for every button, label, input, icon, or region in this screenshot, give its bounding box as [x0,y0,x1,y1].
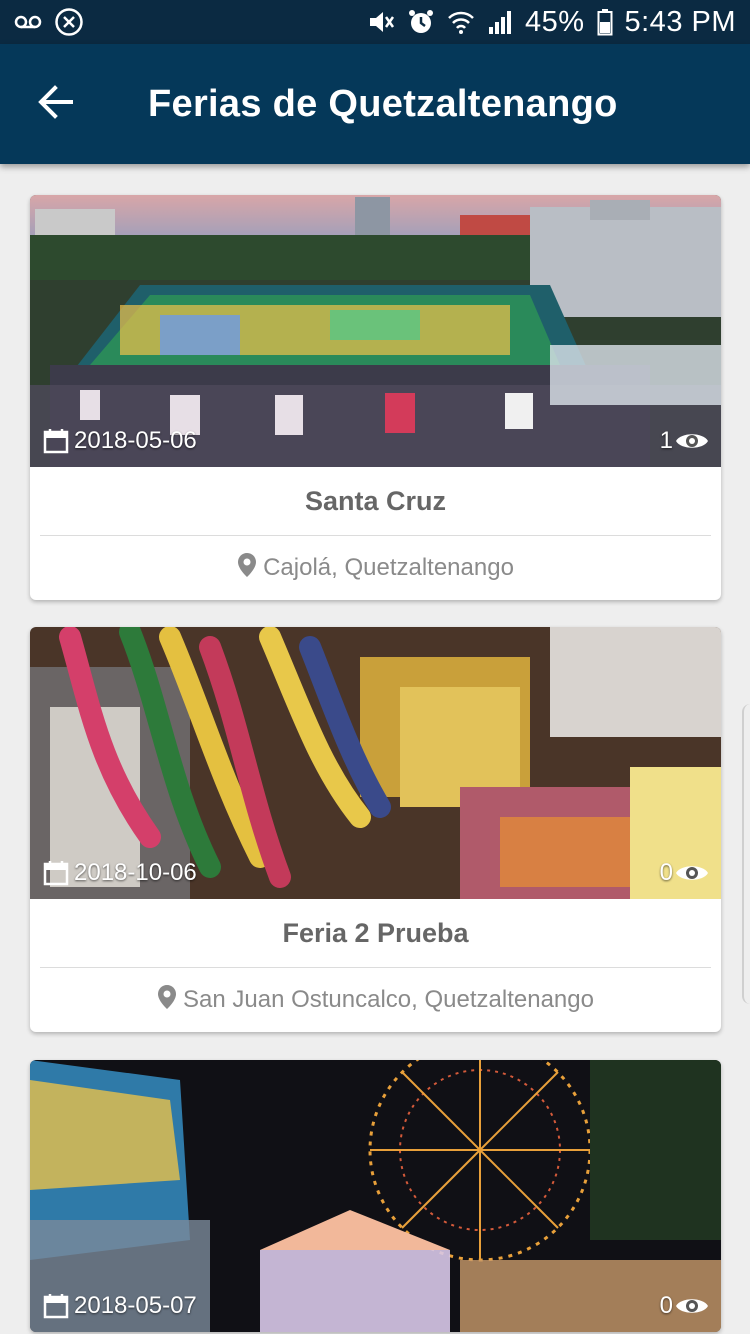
location-text: San Juan Ostuncalco, Quetzaltenango [183,986,594,1013]
calendar-icon [42,1292,70,1320]
signal-icon [487,9,513,35]
alarm-icon [407,8,435,36]
calendar-icon [42,859,70,887]
feria-card[interactable]: 2018-05-06 1 Santa Cruz Cajolá, Quetzalt… [30,195,721,600]
views-count: 0 [659,1292,673,1319]
location-text: Cajolá, Quetzaltenango [263,554,514,581]
eye-icon [675,861,709,885]
views-label: 1 [660,427,709,455]
location-pin-icon [237,552,257,585]
app-bar: Ferias de Quetzaltenango [0,44,750,164]
feria-location: San Juan Ostuncalco, Quetzaltenango [30,968,721,1032]
feria-title: Santa Cruz [304,486,447,516]
feria-list[interactable]: 2018-05-06 1 Santa Cruz Cajolá, Quetzalt… [0,164,750,1334]
location-pin-icon [157,984,177,1017]
views-label: 0 [660,1292,709,1320]
back-button[interactable] [26,74,86,134]
eye-icon [675,429,709,453]
eye-icon [675,1294,709,1318]
views-count: 1 [659,427,673,454]
date-text: 2018-10-06 [74,859,197,886]
date-label: 2018-05-07 [42,1292,197,1320]
mute-icon [367,8,395,36]
date-text: 2018-05-07 [74,1292,197,1319]
feria-card[interactable]: 2018-05-07 0 [30,1060,721,1332]
clock: 5:43 PM [624,5,736,38]
wifi-icon [447,9,475,35]
battery-percent: 45% [524,5,585,38]
status-bar: 45% 5:43 PM [0,0,750,44]
views-count: 0 [659,859,673,886]
arrow-back-icon [37,84,75,124]
feria-card[interactable]: 2018-10-06 0 Feria 2 Prueba San Juan Ost… [30,627,721,1032]
page-title: Ferias de Quetzaltenango [148,82,618,125]
feria-image: 2018-05-07 0 [30,1060,721,1332]
feria-title: Feria 2 Prueba [282,918,469,948]
calendar-icon [42,427,70,455]
feria-location: Cajolá, Quetzaltenango [30,536,721,600]
date-label: 2018-10-06 [42,859,197,887]
battery-icon [597,8,613,36]
views-label: 0 [660,859,709,887]
feria-image: 2018-10-06 0 [30,627,721,899]
close-circle-icon [54,7,84,37]
date-label: 2018-05-06 [42,427,197,455]
voicemail-icon [14,14,42,30]
scroll-indicator[interactable] [742,704,750,1004]
date-text: 2018-05-06 [74,427,197,454]
feria-image: 2018-05-06 1 [30,195,721,467]
